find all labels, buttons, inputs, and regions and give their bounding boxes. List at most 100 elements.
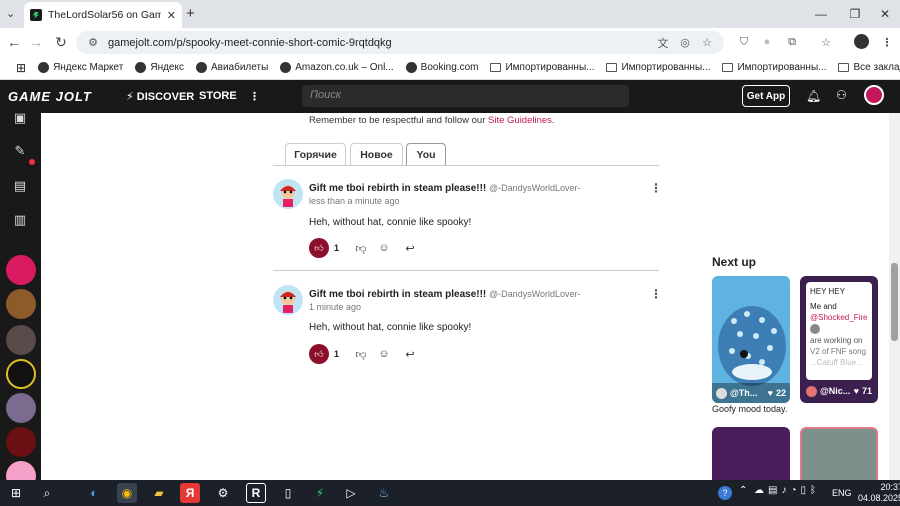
file-explorer-icon[interactable]: ▰ (149, 483, 169, 503)
next-up-card[interactable] (712, 427, 790, 480)
edge-icon[interactable]: ◐ (84, 483, 104, 503)
omnibox[interactable]: ⚙ gamejolt.com/p/spooky-meet-connie-shor… (76, 31, 724, 54)
windows-start-icon[interactable]: ⊞ (6, 483, 26, 503)
commenter-avatar[interactable] (273, 179, 303, 209)
like-button[interactable]: 👍︎ (309, 238, 329, 258)
bookmark-item[interactable]: Яндекс Маркет (32, 62, 129, 73)
bookmark-item[interactable]: Яндекс (129, 62, 190, 73)
reply-icon[interactable]: ↩ (403, 347, 417, 361)
gamejolt-app-icon[interactable]: ⚡ (310, 483, 330, 503)
apps-icon[interactable]: ⊞ (10, 61, 32, 75)
comment-author[interactable]: Gift me tboi rebirth in steam please!!! … (309, 183, 581, 194)
site-logo[interactable]: GAME JOLT (8, 89, 92, 104)
chat-icon[interactable]: ▤ (10, 176, 30, 196)
reload-icon[interactable]: ↻ (51, 32, 71, 52)
bookmark-item[interactable]: Booking.com (400, 62, 485, 73)
media-player-icon[interactable]: ▷ (341, 483, 361, 503)
comment-options-icon[interactable]: ⋮ (650, 181, 662, 195)
browser-tab[interactable]: TheLordSolar56 on Game Jolt: ✕ (24, 2, 182, 28)
friends-icon[interactable]: ⚇ (836, 88, 847, 102)
roblox-icon[interactable]: R (246, 483, 266, 503)
comment-time[interactable]: less than a minute ago (309, 196, 400, 206)
steam-icon[interactable]: ♨ (374, 483, 394, 503)
extension-circle-icon[interactable]: ● (760, 35, 774, 49)
comment-options-icon[interactable]: ⋮ (650, 287, 662, 301)
dislike-icon[interactable]: 👎︎ (354, 241, 368, 255)
activity-icon[interactable]: ✎ (10, 141, 30, 161)
new-tab-button[interactable]: + (186, 5, 195, 22)
yandex-browser-icon[interactable]: Я (180, 483, 200, 503)
url-text[interactable]: gamejolt.com/p/spooky-meet-connie-short-… (108, 37, 648, 49)
extensions-icon[interactable]: ⧉ (785, 35, 799, 49)
bookmark-star-icon[interactable]: ☆ (819, 35, 833, 49)
community-avatar[interactable] (6, 255, 36, 285)
dislike-icon[interactable]: 👎︎ (354, 347, 368, 361)
like-count[interactable]: 1 (334, 349, 339, 359)
notifications-icon[interactable]: 🔔︎ (806, 89, 821, 103)
forward-icon[interactable]: → (26, 32, 46, 52)
community-avatar[interactable] (6, 325, 36, 355)
site-guidelines-link[interactable]: Site Guidelines (488, 115, 552, 126)
close-tab-icon[interactable]: ✕ (167, 9, 176, 22)
community-avatar[interactable] (6, 359, 36, 389)
tab-you[interactable]: You (406, 143, 446, 166)
maximize-button[interactable]: ❐ (838, 0, 872, 28)
library-icon[interactable]: ▣ (10, 108, 30, 128)
notepad-icon[interactable]: ▯ (278, 483, 298, 503)
help-icon[interactable]: ? (718, 486, 732, 500)
community-avatar[interactable] (6, 427, 36, 457)
user-avatar[interactable] (864, 85, 884, 105)
nav-discover[interactable]: ⚡ DISCOVER (126, 90, 194, 103)
bookmark-folder[interactable]: Импортированны... (484, 62, 600, 73)
search-input[interactable]: Поиск (302, 85, 629, 107)
chrome-icon[interactable]: ◉ (117, 483, 137, 503)
profile-avatar[interactable] (854, 34, 869, 49)
tab-hot[interactable]: Горячие (285, 143, 346, 166)
add-reaction-icon[interactable]: ☺ (377, 241, 391, 255)
all-bookmarks-folder[interactable]: Все закладки (832, 62, 900, 73)
next-up-card[interactable]: @Th... ♥ 22 (712, 276, 790, 403)
next-up-card[interactable]: HEY HEY Me and @Shocked_Fire are working… (800, 276, 878, 403)
tab-new[interactable]: Новое (350, 143, 403, 166)
community-avatar[interactable] (6, 289, 36, 319)
author-display-name: Gift me tboi rebirth in steam please!!! (309, 289, 487, 300)
search-icon[interactable]: ⌕ (37, 483, 57, 503)
bookmark-folder[interactable]: Импортированны... (716, 62, 832, 73)
site-info-icon[interactable]: ⚙ (86, 36, 100, 50)
language-indicator[interactable]: ENG (832, 488, 852, 498)
commenter-avatar[interactable] (273, 285, 303, 315)
comment-time[interactable]: 1 minute ago (309, 302, 361, 312)
bookmark-item[interactable]: Авиабилеты (190, 62, 274, 73)
settings-gear-icon[interactable]: ⚙ (213, 483, 233, 503)
like-count[interactable]: 1 (334, 243, 339, 253)
back-icon[interactable]: ← (4, 32, 24, 52)
gamejolt-favicon-icon (30, 9, 42, 21)
minimize-button[interactable]: — (804, 0, 838, 28)
comment-author[interactable]: Gift me tboi rebirth in steam please!!! … (309, 289, 581, 300)
more-menu-icon[interactable]: ⋮ (249, 90, 260, 103)
translate-icon[interactable]: 文 (656, 36, 670, 50)
bookmark-item[interactable]: Amazon.co.uk – Onl... (274, 62, 399, 73)
system-tray-icons[interactable]: ☁▤♪◔▯ᛒ (754, 485, 820, 496)
clock[interactable]: 20:37 04.08.2025 (858, 482, 900, 504)
star-icon[interactable]: ☆ (700, 36, 714, 50)
next-up-card[interactable] (800, 427, 878, 480)
reply-icon[interactable]: ↩ (403, 241, 417, 255)
menu-icon[interactable]: ⋮ (880, 35, 894, 49)
get-app-button[interactable]: Get App (742, 85, 790, 107)
realms-icon[interactable]: ▥ (10, 210, 30, 230)
close-window-button[interactable]: ✕ (868, 0, 900, 28)
bookmark-folder[interactable]: Импортированны... (600, 62, 716, 73)
tray-chevron-icon[interactable]: ⌃ (739, 485, 747, 496)
tab-list-icon[interactable]: ⌄ (6, 7, 15, 20)
bookmarks-bar: ⊞ Яндекс Маркет Яндекс Авиабилеты Amazon… (0, 56, 900, 80)
like-button[interactable]: 👍︎ (309, 344, 329, 364)
card-author-avatar (716, 387, 727, 399)
nav-store[interactable]: STORE (199, 90, 237, 102)
card-caption[interactable]: Goofy mood today. (712, 404, 787, 414)
eye-off-icon[interactable]: ◎ (678, 36, 692, 50)
scrollbar-thumb[interactable] (891, 263, 898, 341)
add-reaction-icon[interactable]: ☺ (377, 347, 391, 361)
shield-icon[interactable]: ⛉ (737, 35, 751, 49)
community-avatar[interactable] (6, 393, 36, 423)
